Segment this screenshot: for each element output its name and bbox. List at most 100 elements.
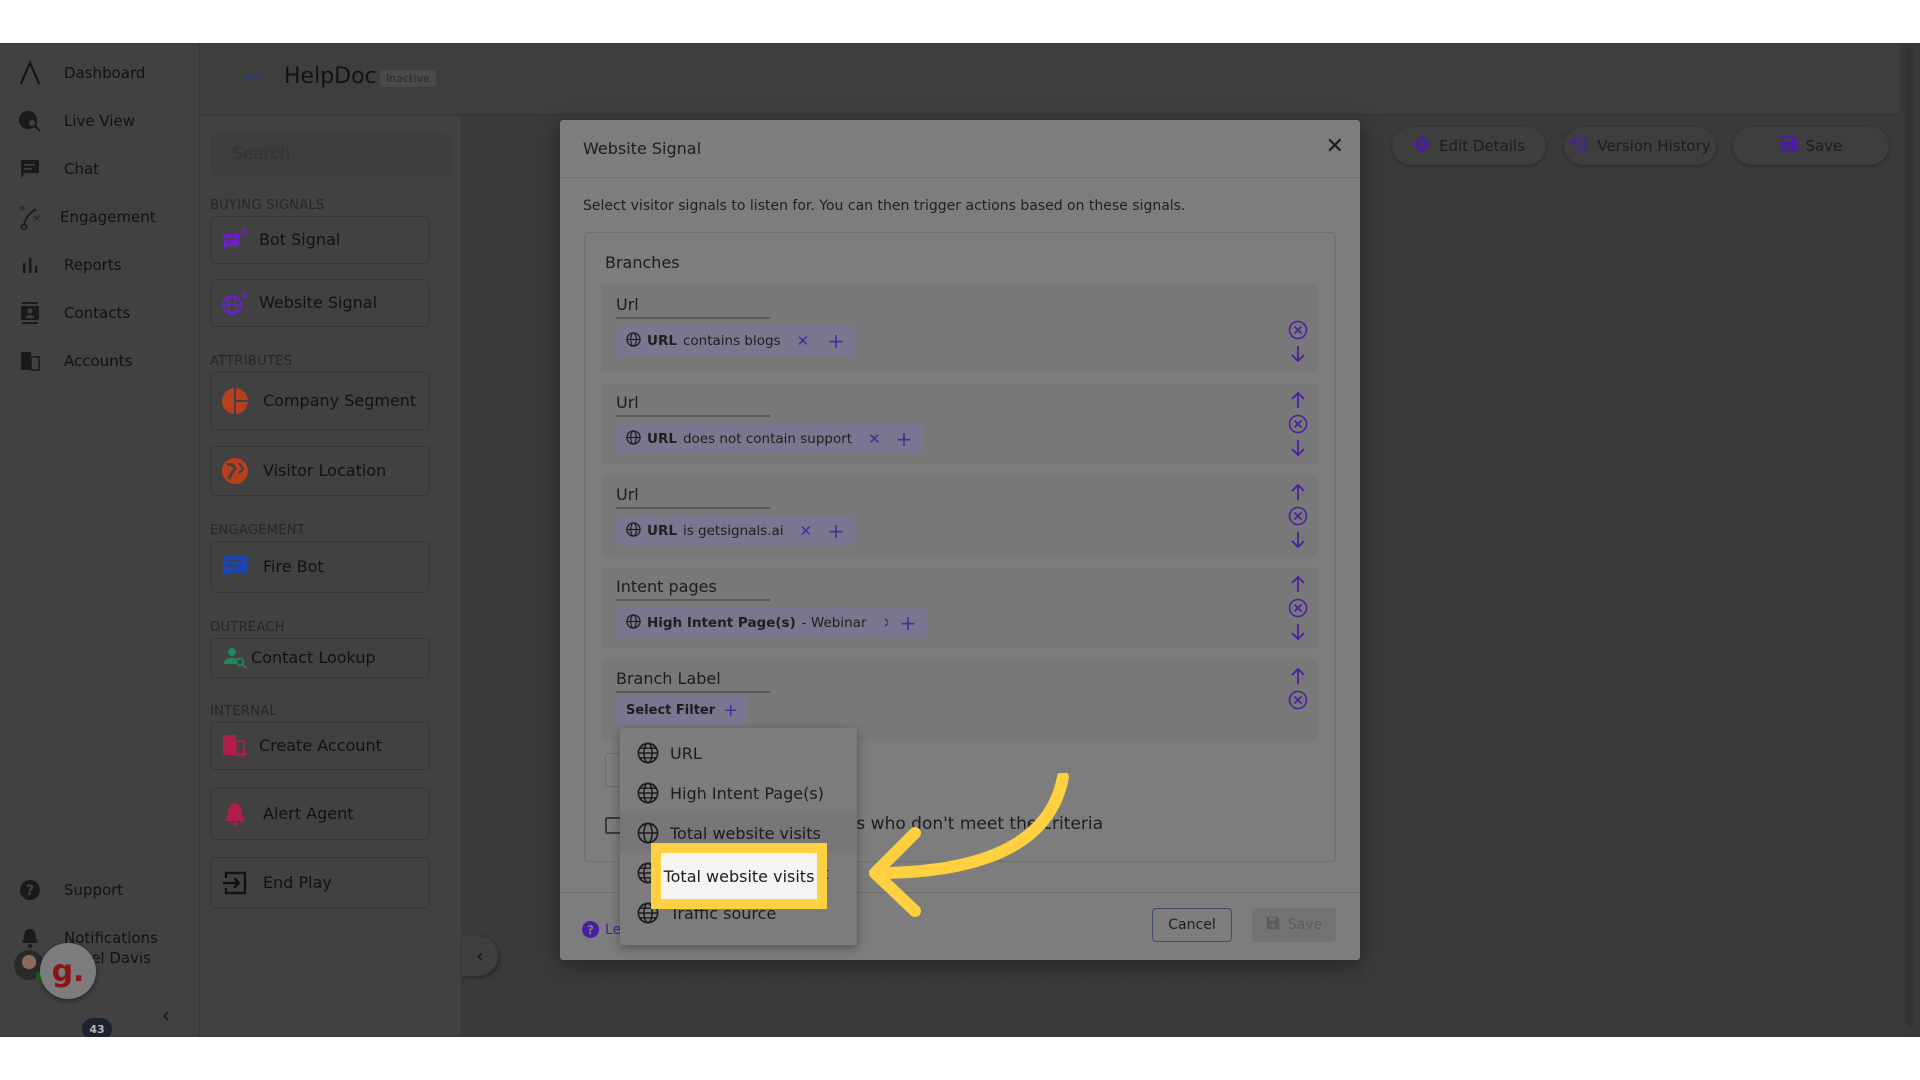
filter-chip[interactable]: URL contains blogs ✕ xyxy=(616,326,820,356)
contact-search-icon xyxy=(221,644,249,672)
save-play-button[interactable]: Save xyxy=(1733,127,1889,165)
move-down-icon[interactable] xyxy=(1287,437,1309,459)
modal-save-button[interactable]: Save xyxy=(1252,908,1336,942)
node-end-play[interactable]: End Play xyxy=(210,857,430,909)
section-title: INTERNAL xyxy=(210,704,278,719)
chat-bubble-icon xyxy=(221,553,249,581)
svg-text:?: ? xyxy=(26,883,34,899)
section-title: OUTREACH xyxy=(210,620,285,635)
delete-branch-icon[interactable] xyxy=(1287,505,1309,527)
version-history-button[interactable]: Version History xyxy=(1564,127,1716,165)
remove-filter-icon[interactable]: ✕ xyxy=(868,430,881,448)
chat-icon xyxy=(18,157,42,181)
node-visitor-location[interactable]: Visitor Location xyxy=(210,446,430,496)
node-contact-lookup[interactable]: Contact Lookup xyxy=(210,638,430,678)
move-down-icon[interactable] xyxy=(1287,529,1309,551)
annotation-arrow-icon xyxy=(869,773,1069,917)
scrollbar-thumb[interactable] xyxy=(1906,47,1914,1027)
add-filter-button[interactable]: + xyxy=(816,326,856,356)
dropdown-item-high-intent-pages[interactable]: High Intent Page(s) xyxy=(620,773,857,813)
remove-filter-icon[interactable]: ✕ xyxy=(800,522,813,540)
highlighted-option-callout[interactable]: Total website visits xyxy=(651,843,827,909)
delete-branch-icon[interactable] xyxy=(1287,413,1309,435)
node-palette: Search BUYING SIGNALS Bot Signal Website… xyxy=(200,116,462,1037)
nav-support[interactable]: ? Support xyxy=(0,870,200,910)
branch-label-input[interactable]: Branch Label xyxy=(616,669,770,693)
bell-icon xyxy=(18,926,42,950)
back-arrow-icon[interactable]: ← xyxy=(244,65,262,90)
nav-dashboard[interactable]: Dashboard xyxy=(0,53,200,93)
nav-engagement[interactable]: × × Engagement xyxy=(0,197,200,237)
palette-search-input[interactable]: Search xyxy=(210,134,452,176)
node-label: Visitor Location xyxy=(263,461,387,480)
node-alert-agent[interactable]: Alert Agent xyxy=(210,788,430,840)
floppy-icon xyxy=(1780,135,1798,157)
select-filter-button[interactable]: Select Filter + xyxy=(616,695,749,725)
move-up-icon[interactable] xyxy=(1287,573,1309,595)
move-up-icon[interactable] xyxy=(1287,389,1309,411)
add-filter-button[interactable]: + xyxy=(884,424,924,454)
filter-chip[interactable]: High Intent Page(s) - Webinar ✕ xyxy=(616,608,906,638)
delete-branch-icon[interactable] xyxy=(1287,689,1309,711)
branch-label-input[interactable]: Url xyxy=(616,393,770,417)
globe-icon xyxy=(637,822,659,844)
nav-accounts[interactable]: Accounts xyxy=(0,341,200,381)
app-frame: Dashboard Live View Chat × × Engagement R… xyxy=(0,43,1920,1037)
node-label: Create Account xyxy=(259,736,382,755)
delete-branch-icon[interactable] xyxy=(1287,319,1309,341)
branch-label-input[interactable]: Url xyxy=(616,295,770,319)
node-bot-signal[interactable]: Bot Signal xyxy=(210,216,430,264)
plus-icon: + xyxy=(723,699,739,721)
node-website-signal[interactable]: Website Signal xyxy=(210,279,430,327)
live-view-icon xyxy=(18,109,42,133)
nav-contacts[interactable]: Contacts xyxy=(0,293,200,333)
filter-chip[interactable]: URL is getsignals.ai ✕ xyxy=(616,516,823,546)
engagement-icon: × × xyxy=(18,204,42,231)
nav-live-view[interactable]: Live View xyxy=(0,101,200,141)
move-down-icon[interactable] xyxy=(1287,343,1309,365)
bot-signal-icon xyxy=(221,226,249,254)
nav-label: Accounts xyxy=(64,352,133,370)
section-title: ATTRIBUTES xyxy=(210,354,293,369)
node-fire-bot[interactable]: Fire Bot xyxy=(210,541,430,593)
node-label: Website Signal xyxy=(259,293,378,312)
move-down-icon[interactable] xyxy=(1287,621,1309,643)
add-filter-button[interactable]: + xyxy=(816,516,856,546)
modal-title: Website Signal xyxy=(583,139,702,158)
collapse-nav-button[interactable]: ‹ xyxy=(162,1003,170,1027)
status-badge: Inactive xyxy=(380,70,436,87)
close-icon[interactable]: ✕ xyxy=(1326,134,1344,159)
globe-icon xyxy=(626,521,641,541)
branch-item: Intent pages High Intent Page(s) - Webin… xyxy=(601,567,1317,649)
cancel-button[interactable]: Cancel xyxy=(1152,908,1232,942)
branch-item: Url URL does not contain support ✕ + xyxy=(601,383,1317,465)
modal-description: Select visitor signals to listen for. Yo… xyxy=(583,198,1186,214)
filter-condition: does not contain support xyxy=(682,431,853,447)
move-up-icon[interactable] xyxy=(1287,665,1309,687)
widget-logo: g. xyxy=(51,953,85,989)
history-icon xyxy=(1569,135,1589,157)
dropdown-item-url[interactable]: URL xyxy=(620,733,857,773)
logo-icon xyxy=(18,60,42,85)
node-create-account[interactable]: Create Account xyxy=(210,722,430,770)
filter-condition: - Webinar xyxy=(801,615,867,631)
page-title: HelpDoc xyxy=(284,64,377,89)
branch-label-input[interactable]: Url xyxy=(616,485,770,509)
branch-item: Url URL is getsignals.ai ✕ + xyxy=(601,475,1317,557)
help-circle-icon: ? xyxy=(582,921,599,938)
bell-alert-icon xyxy=(221,800,249,828)
chat-widget-launcher[interactable]: g. xyxy=(40,943,96,999)
nav-reports[interactable]: Reports xyxy=(0,245,200,285)
node-company-segment[interactable]: Company Segment xyxy=(210,372,430,430)
nav-chat[interactable]: Chat xyxy=(0,149,200,189)
filter-chip[interactable]: URL does not contain support ✕ xyxy=(616,424,891,454)
delete-branch-icon[interactable] xyxy=(1287,597,1309,619)
branch-label-input[interactable]: Intent pages xyxy=(616,577,770,601)
remove-filter-icon[interactable]: ✕ xyxy=(797,332,810,350)
edit-details-button[interactable]: Edit Details xyxy=(1392,127,1546,165)
building-add-icon xyxy=(221,732,249,760)
globe-icon xyxy=(626,613,641,633)
add-filter-button[interactable]: + xyxy=(888,608,928,638)
modal-save-label: Save xyxy=(1287,917,1323,933)
move-up-icon[interactable] xyxy=(1287,481,1309,503)
